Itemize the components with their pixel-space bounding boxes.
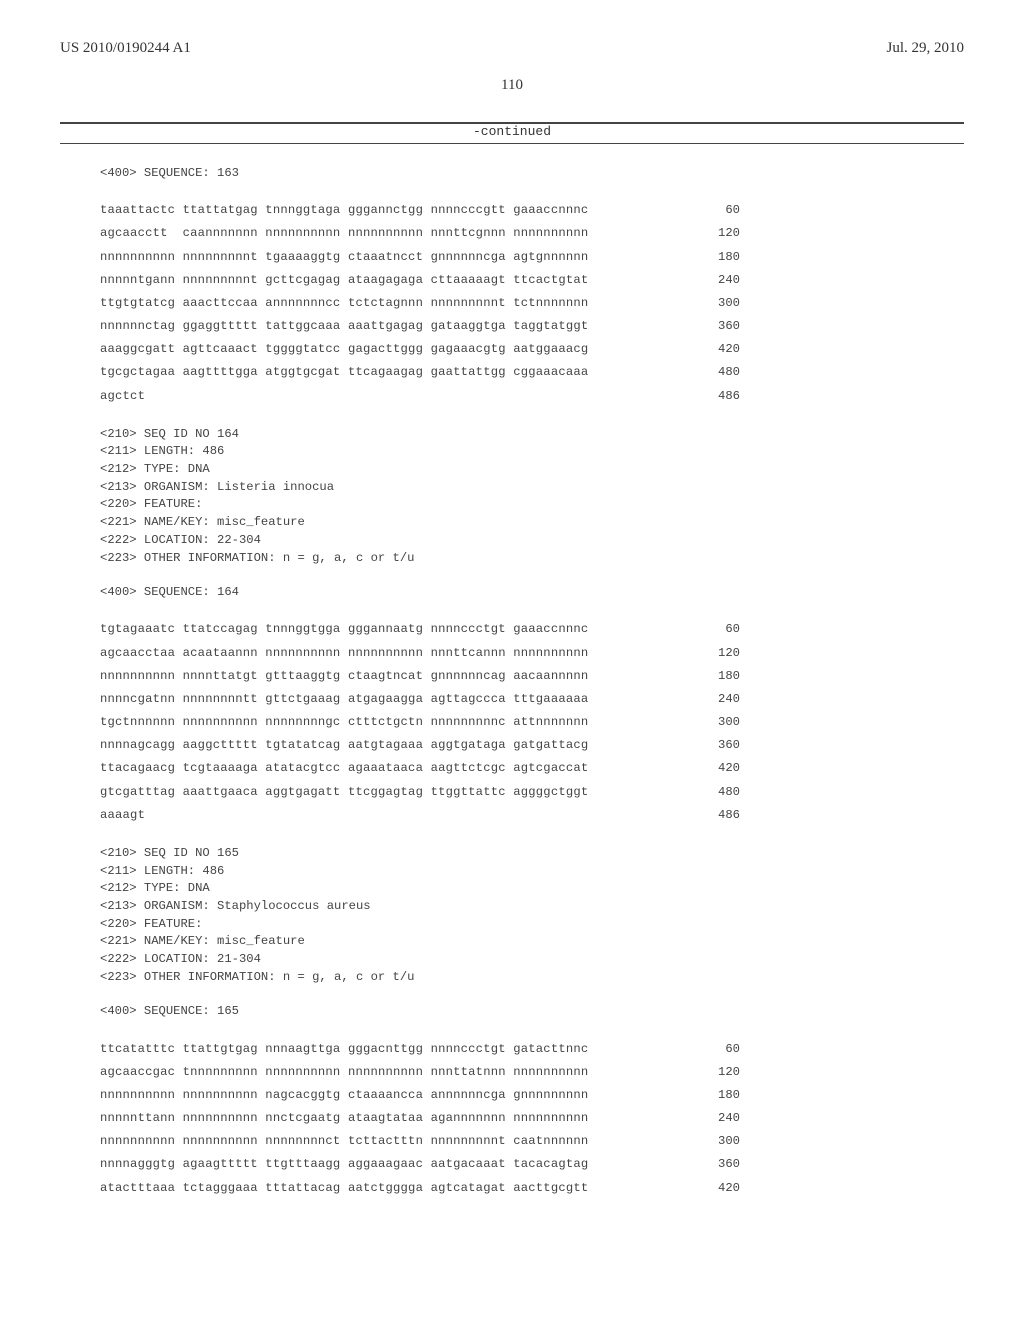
sequence-line: nnnnnnnnnn nnnnnnnnnn nnnnnnnnct tcttact… — [100, 1130, 740, 1153]
sequence-position: 300 — [672, 711, 740, 734]
sequence-text: tgctnnnnnn nnnnnnnnnn nnnnnnnngc ctttctg… — [100, 711, 588, 734]
sequence-position: 180 — [672, 1084, 740, 1107]
sequence-position: 60 — [672, 618, 740, 641]
sequence-text: ttacagaacg tcgtaaaaga atatacgtcc agaaata… — [100, 757, 588, 780]
sequence-position: 420 — [672, 1177, 740, 1200]
sequence-line: aaaggcgatt agttcaaact tggggtatcc gagactt… — [100, 338, 740, 361]
sequence-line: ttcatatttc ttattgtgag nnnaagttga gggacnt… — [100, 1038, 740, 1061]
sequence-text: tgtagaaatc ttatccagag tnnnggtgga ggganna… — [100, 618, 588, 641]
sequence-text: aaaggcgatt agttcaaact tggggtatcc gagactt… — [100, 338, 588, 361]
sequence-line: agctct 486 — [100, 385, 740, 408]
seq165-header: <400> SEQUENCE: 165 — [100, 1000, 964, 1023]
seq165-meta: <210> SEQ ID NO 165 <211> LENGTH: 486 <2… — [100, 845, 964, 987]
seq164-header: <400> SEQUENCE: 164 — [100, 581, 964, 604]
sequence-position: 120 — [672, 642, 740, 665]
sequence-text: nnnnntgann nnnnnnnnnt gcttcgagag ataagag… — [100, 269, 588, 292]
sequence-line: ttgtgtatcg aaacttccaa annnnnnncc tctctag… — [100, 292, 740, 315]
sequence-position: 120 — [672, 222, 740, 245]
sequence-text: tgcgctagaa aagttttgga atggtgcgat ttcagaa… — [100, 361, 588, 384]
sequence-position: 180 — [672, 246, 740, 269]
sequence-line: nnnnnnnnnn nnnnnnnnnt tgaaaaggtg ctaaatn… — [100, 246, 740, 269]
sequence-line: ttacagaacg tcgtaaaaga atatacgtcc agaaata… — [100, 757, 740, 780]
sequence-position: 420 — [672, 757, 740, 780]
seq163-body: taaattactc ttattatgag tnnnggtaga gggannc… — [100, 199, 964, 408]
sequence-line: agcaaccgac tnnnnnnnnn nnnnnnnnnn nnnnnnn… — [100, 1061, 740, 1084]
sequence-position: 240 — [672, 1107, 740, 1130]
sequence-position: 486 — [672, 804, 740, 827]
sequence-position: 360 — [672, 1153, 740, 1176]
seq165-body: ttcatatttc ttattgtgag nnnaagttga gggacnt… — [100, 1038, 964, 1200]
sequence-position: 480 — [672, 361, 740, 384]
sequence-line: tgctnnnnnn nnnnnnnnnn nnnnnnnngc ctttctg… — [100, 711, 740, 734]
sequence-line: gtcgatttag aaattgaaca aggtgagatt ttcggag… — [100, 781, 740, 804]
sequence-text: gtcgatttag aaattgaaca aggtgagatt ttcggag… — [100, 781, 588, 804]
sequence-text: agcaacctt caannnnnnn nnnnnnnnnn nnnnnnnn… — [100, 222, 588, 245]
seq164-body: tgtagaaatc ttatccagag tnnnggtgga ggganna… — [100, 618, 964, 827]
sequence-text: nnnnagggtg agaagttttt ttgtttaagg aggaaag… — [100, 1153, 588, 1176]
seq163-header: <400> SEQUENCE: 163 — [100, 162, 964, 185]
sequence-line: aaaagt 486 — [100, 804, 740, 827]
sequence-line: nnnncgatnn nnnnnnnntt gttctgaaag atgagaa… — [100, 688, 740, 711]
sequence-line: nnnnagggtg agaagttttt ttgtttaagg aggaaag… — [100, 1153, 740, 1176]
sequence-position: 180 — [672, 665, 740, 688]
sequence-text: nnnncgatnn nnnnnnnntt gttctgaaag atgagaa… — [100, 688, 588, 711]
sequence-text: agcaacctaa acaataannn nnnnnnnnnn nnnnnnn… — [100, 642, 588, 665]
sequence-text: aaaagt — [100, 804, 145, 827]
sequence-text: ttcatatttc ttattgtgag nnnaagttga gggacnt… — [100, 1038, 588, 1061]
sequence-position: 240 — [672, 688, 740, 711]
continued-label: -continued — [60, 124, 964, 139]
sequence-line: atactttaaa tctagggaaa tttattacag aatctgg… — [100, 1177, 740, 1200]
sequence-line: tgtagaaatc ttatccagag tnnnggtgga ggganna… — [100, 618, 740, 641]
publication-number: US 2010/0190244 A1 — [60, 40, 191, 57]
sequence-text: nnnnnnnnnn nnnnnnnnnn nagcacggtg ctaaaan… — [100, 1084, 588, 1107]
sequence-text: agcaaccgac tnnnnnnnnn nnnnnnnnnn nnnnnnn… — [100, 1061, 588, 1084]
sequence-line: taaattactc ttattatgag tnnnggtaga gggannc… — [100, 199, 740, 222]
sequence-position: 120 — [672, 1061, 740, 1084]
sequence-position: 240 — [672, 269, 740, 292]
seq164-meta: <210> SEQ ID NO 164 <211> LENGTH: 486 <2… — [100, 426, 964, 568]
sequence-text: atactttaaa tctagggaaa tttattacag aatctgg… — [100, 1177, 588, 1200]
sequence-text: nnnnnttann nnnnnnnnnn nnctcgaatg ataagta… — [100, 1107, 588, 1130]
sequence-position: 300 — [672, 292, 740, 315]
sequence-position: 60 — [672, 1038, 740, 1061]
sequence-line: nnnnagcagg aaggcttttt tgtatatcag aatgtag… — [100, 734, 740, 757]
sequence-position: 300 — [672, 1130, 740, 1153]
sequence-line: nnnnnttann nnnnnnnnnn nnctcgaatg ataagta… — [100, 1107, 740, 1130]
sequence-line: nnnnnnnnnn nnnnttatgt gtttaaggtg ctaagtn… — [100, 665, 740, 688]
sequence-line: tgcgctagaa aagttttgga atggtgcgat ttcagaa… — [100, 361, 740, 384]
sequence-text: taaattactc ttattatgag tnnnggtaga gggannc… — [100, 199, 588, 222]
sequence-text: nnnnnnnnnn nnnnttatgt gtttaaggtg ctaagtn… — [100, 665, 588, 688]
sequence-position: 360 — [672, 315, 740, 338]
top-rule-2 — [60, 143, 964, 144]
sequence-text: ttgtgtatcg aaacttccaa annnnnnncc tctctag… — [100, 292, 588, 315]
publication-date: Jul. 29, 2010 — [886, 40, 964, 57]
sequence-position: 360 — [672, 734, 740, 757]
sequence-line: nnnnntgann nnnnnnnnnt gcttcgagag ataagag… — [100, 269, 740, 292]
sequence-text: nnnnnnnnnn nnnnnnnnnn nnnnnnnnct tcttact… — [100, 1130, 588, 1153]
sequence-line: agcaacctt caannnnnnn nnnnnnnnnn nnnnnnnn… — [100, 222, 740, 245]
sequence-text: nnnnnnnnnn nnnnnnnnnt tgaaaaggtg ctaaatn… — [100, 246, 588, 269]
sequence-text: agctct — [100, 385, 145, 408]
sequence-position: 60 — [672, 199, 740, 222]
sequence-position: 486 — [672, 385, 740, 408]
sequence-position: 420 — [672, 338, 740, 361]
sequence-position: 480 — [672, 781, 740, 804]
sequence-line: nnnnnnctag ggaggttttt tattggcaaa aaattga… — [100, 315, 740, 338]
sequence-text: nnnnnnctag ggaggttttt tattggcaaa aaattga… — [100, 315, 588, 338]
sequence-text: nnnnagcagg aaggcttttt tgtatatcag aatgtag… — [100, 734, 588, 757]
sequence-line: agcaacctaa acaataannn nnnnnnnnnn nnnnnnn… — [100, 642, 740, 665]
page-header: US 2010/0190244 A1 Jul. 29, 2010 — [60, 40, 964, 57]
page-number: 110 — [60, 77, 964, 94]
sequence-line: nnnnnnnnnn nnnnnnnnnn nagcacggtg ctaaaan… — [100, 1084, 740, 1107]
